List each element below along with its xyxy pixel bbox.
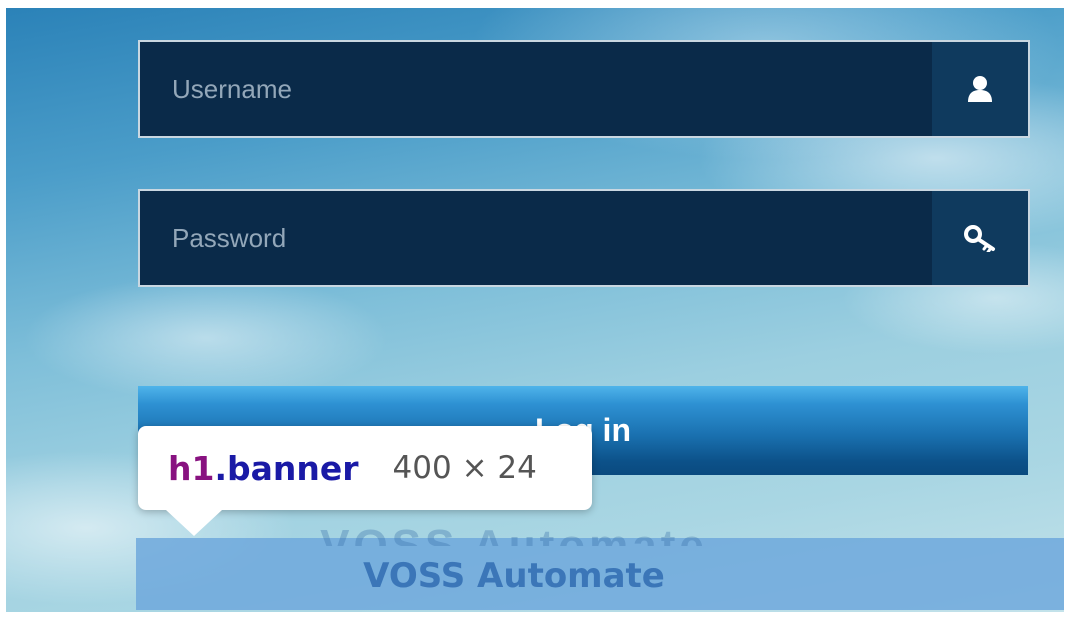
tooltip-class-name: .banner [214,448,359,488]
username-input[interactable] [140,42,932,136]
password-addon [932,191,1028,285]
tooltip-dimensions: 400 × 24 [392,450,537,486]
password-field-group [138,189,1030,287]
user-icon [968,76,992,102]
banner-heading: VOSS Automate [363,556,665,596]
password-input[interactable] [140,191,932,285]
username-addon [932,42,1028,136]
key-icon [964,225,995,252]
username-field-group [138,40,1030,138]
login-page: Log in VOSS Automate VOSS Automate h1.ba… [0,0,1070,619]
devtools-inspect-tooltip: h1 .banner 400 × 24 [138,426,592,536]
tooltip-tag-name: h1 [168,448,215,488]
banner-logo-text: VOSS Automate [136,524,892,546]
